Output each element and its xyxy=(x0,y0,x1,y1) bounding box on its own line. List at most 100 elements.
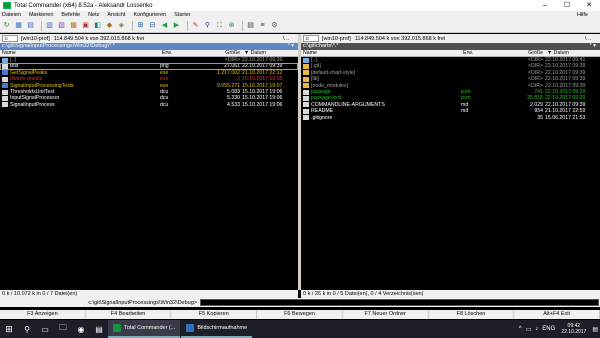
forward-icon[interactable]: ▶ xyxy=(172,21,181,30)
chrome-icon[interactable]: ◉ xyxy=(72,320,90,338)
alt-f4-exit-button[interactable]: Alt+F4 Exit xyxy=(514,310,600,319)
left-col-date[interactable]: ▼ Datum xyxy=(242,50,290,56)
menu-ansicht[interactable]: Ansicht xyxy=(107,12,125,18)
left-updir-button[interactable]: \ .. xyxy=(277,36,295,42)
left-drive-select[interactable]: c xyxy=(2,35,18,42)
command-line: c:\git\SignalInputProcessings\Win32\Debu… xyxy=(0,298,600,307)
menu-konfigurieren[interactable]: Konfigurieren xyxy=(133,12,166,18)
toolbar-separator xyxy=(41,20,42,31)
file-icon xyxy=(2,89,8,95)
menu-netz[interactable]: Netz xyxy=(88,12,99,18)
battery-icon[interactable]: ▭ xyxy=(526,326,532,333)
executable-icon xyxy=(2,70,8,76)
pinned-app-icon[interactable]: ▤ xyxy=(90,320,108,338)
language-indicator[interactable]: ENG xyxy=(542,326,555,332)
close-button[interactable]: ✕ xyxy=(578,0,600,11)
compare-icon[interactable]: ◧ xyxy=(93,21,102,30)
detail-view-icon[interactable]: ▤ xyxy=(26,21,35,30)
left-column-header: Name Erw. Größe ▼ Datum xyxy=(0,50,298,57)
command-input[interactable] xyxy=(200,299,599,306)
right-drive-bar: c [win10-prof] 114.849.504 k von 392.015… xyxy=(301,34,600,43)
file-icon xyxy=(303,102,309,108)
settings-icon[interactable]: ⚙ xyxy=(270,21,279,30)
maximize-button[interactable]: ☐ xyxy=(556,0,578,11)
left-file-panel: c [win10-prof] 114.849.504 k von 392.015… xyxy=(0,34,298,290)
f3-view-button[interactable]: F3 Anzeigen xyxy=(0,310,86,319)
right-col-name[interactable]: Name xyxy=(301,50,461,56)
multi-rename-icon[interactable]: ⛶ xyxy=(215,21,224,30)
right-drive-select[interactable]: c xyxy=(303,35,319,42)
task-screen-recorder[interactable]: Bildschirmaufnahme xyxy=(181,320,253,338)
menu-befehle[interactable]: Befehle xyxy=(61,12,80,18)
f4-edit-button[interactable]: F4 Bearbeiten xyxy=(86,310,172,319)
volume-icon[interactable]: ♪ xyxy=(535,326,538,332)
menu-hilfe[interactable]: Hilfe xyxy=(577,12,588,18)
back-icon[interactable]: ◀ xyxy=(160,21,169,30)
left-file-list[interactable]: [..] <DIR> 22.10.2017 09:39 test png 27.061 22… xyxy=(0,57,298,109)
right-history-button[interactable]: * ▾ xyxy=(590,43,596,50)
function-key-bar: F3 Anzeigen F4 Bearbeiten F5 Kopieren F6… xyxy=(0,310,600,319)
tray-expand-icon[interactable]: ^ xyxy=(519,326,522,332)
sort-icon[interactable]: ▩ xyxy=(69,21,78,30)
menu-dateien[interactable]: Dateien xyxy=(2,12,21,18)
right-col-size[interactable]: Größe xyxy=(497,50,545,56)
search-icon[interactable]: ⚲ xyxy=(18,320,36,338)
task-view-icon[interactable]: ▭ xyxy=(36,320,54,338)
total-commander-task-icon xyxy=(113,324,121,332)
find-icon[interactable]: ⚲ xyxy=(203,21,212,30)
list-icon[interactable]: ≡ xyxy=(258,21,267,30)
right-col-ext[interactable]: Erw. xyxy=(461,50,497,56)
f7-new-folder-button[interactable]: F7 Neuer Ordner xyxy=(343,310,429,319)
left-history-button[interactable]: * ▾ xyxy=(288,43,294,50)
toolbar: ↻ ▦ ▤ ▥ ▧ ▩ ▣ ◧ ◆ ◈ ⊞ ⊟ ◀ ▶ ✎ ⚲ ⛶ ⊛ ▤ ≡ ⚙ xyxy=(0,19,600,33)
refresh-icon[interactable]: ↻ xyxy=(2,21,11,30)
right-path-bar[interactable]: c:\git\charts\*.* * ▾ xyxy=(301,43,600,50)
ftp-connect-icon[interactable]: ⊞ xyxy=(136,21,145,30)
menu-markieren[interactable]: Markieren xyxy=(29,12,53,18)
clock[interactable]: 09:42 22.10.2017 xyxy=(561,323,586,335)
left-col-size[interactable]: Größe xyxy=(196,50,242,56)
menu-starter[interactable]: Starter xyxy=(174,12,191,18)
left-col-name[interactable]: Name xyxy=(0,50,160,56)
file-icon xyxy=(2,102,8,108)
total-commander-icon xyxy=(3,2,11,9)
file-row[interactable]: SignalInputProcess dcu 4.533 15.10.2017 19:… xyxy=(0,102,298,108)
ftp-disconnect-icon[interactable]: ⊟ xyxy=(148,21,157,30)
explorer-icon[interactable]: 🗀 xyxy=(54,320,72,338)
right-free-space: 114.849.504 k von 392.015.868 k frei xyxy=(354,35,446,42)
minimize-button[interactable]: – xyxy=(534,0,556,11)
notification-icon[interactable]: ▤ xyxy=(592,326,598,333)
file-ext: dcu xyxy=(160,101,169,108)
left-path-bar[interactable]: c:\git\SignalInputProcessings\Win32\Debu… xyxy=(0,43,298,50)
file-icon xyxy=(2,64,8,70)
file-icon xyxy=(303,108,309,114)
notepad-icon[interactable]: ▤ xyxy=(246,21,255,30)
file-icon xyxy=(2,96,8,102)
task-total-commander[interactable]: Total Commander (... xyxy=(108,320,181,338)
file-row[interactable]: .gitignore 35 15.06.2017 21:53 xyxy=(301,115,600,121)
start-button[interactable]: ⊞ xyxy=(0,320,18,338)
window-title: Total Commander (x64) 8.52a - Aleksandr … xyxy=(14,2,153,9)
right-volume-label: [win10-prof] xyxy=(322,35,351,42)
left-drive-bar: c [win10-prof] 114.849.504 k von 392.015… xyxy=(0,34,298,43)
task-label: Bildschirmaufnahme xyxy=(197,325,248,331)
thumbnail-view-icon[interactable]: ▧ xyxy=(57,21,66,30)
pack-icon[interactable]: ◆ xyxy=(105,21,114,30)
right-file-list[interactable]: [..] <DIR> 22.10.2017 09:41 [.git] <DIR> 22.1… xyxy=(301,57,600,121)
f8-delete-button[interactable]: F8 Löschen xyxy=(429,310,515,319)
unpack-icon[interactable]: ◈ xyxy=(117,21,126,30)
command-prompt: c:\git\SignalInputProcessings\Win32\Debu… xyxy=(88,299,197,306)
f5-copy-button[interactable]: F5 Kopieren xyxy=(171,310,258,319)
sync-icon[interactable]: ⊛ xyxy=(227,21,236,30)
up-directory-icon xyxy=(303,57,309,63)
right-updir-button[interactable]: \ .. xyxy=(579,36,597,42)
menu-bar: Dateien Markieren Befehle Netz Ansicht K… xyxy=(0,11,600,19)
right-col-date[interactable]: ▼ Datum xyxy=(545,50,592,56)
brief-view-icon[interactable]: ▦ xyxy=(14,21,23,30)
edit-icon[interactable]: ✎ xyxy=(191,21,200,30)
left-col-ext[interactable]: Erw. xyxy=(160,50,196,56)
folder-icon xyxy=(303,76,309,82)
tree-view-icon[interactable]: ▥ xyxy=(45,21,54,30)
invert-icon[interactable]: ▣ xyxy=(81,21,90,30)
f6-move-button[interactable]: F6 Bewegen xyxy=(257,310,343,319)
